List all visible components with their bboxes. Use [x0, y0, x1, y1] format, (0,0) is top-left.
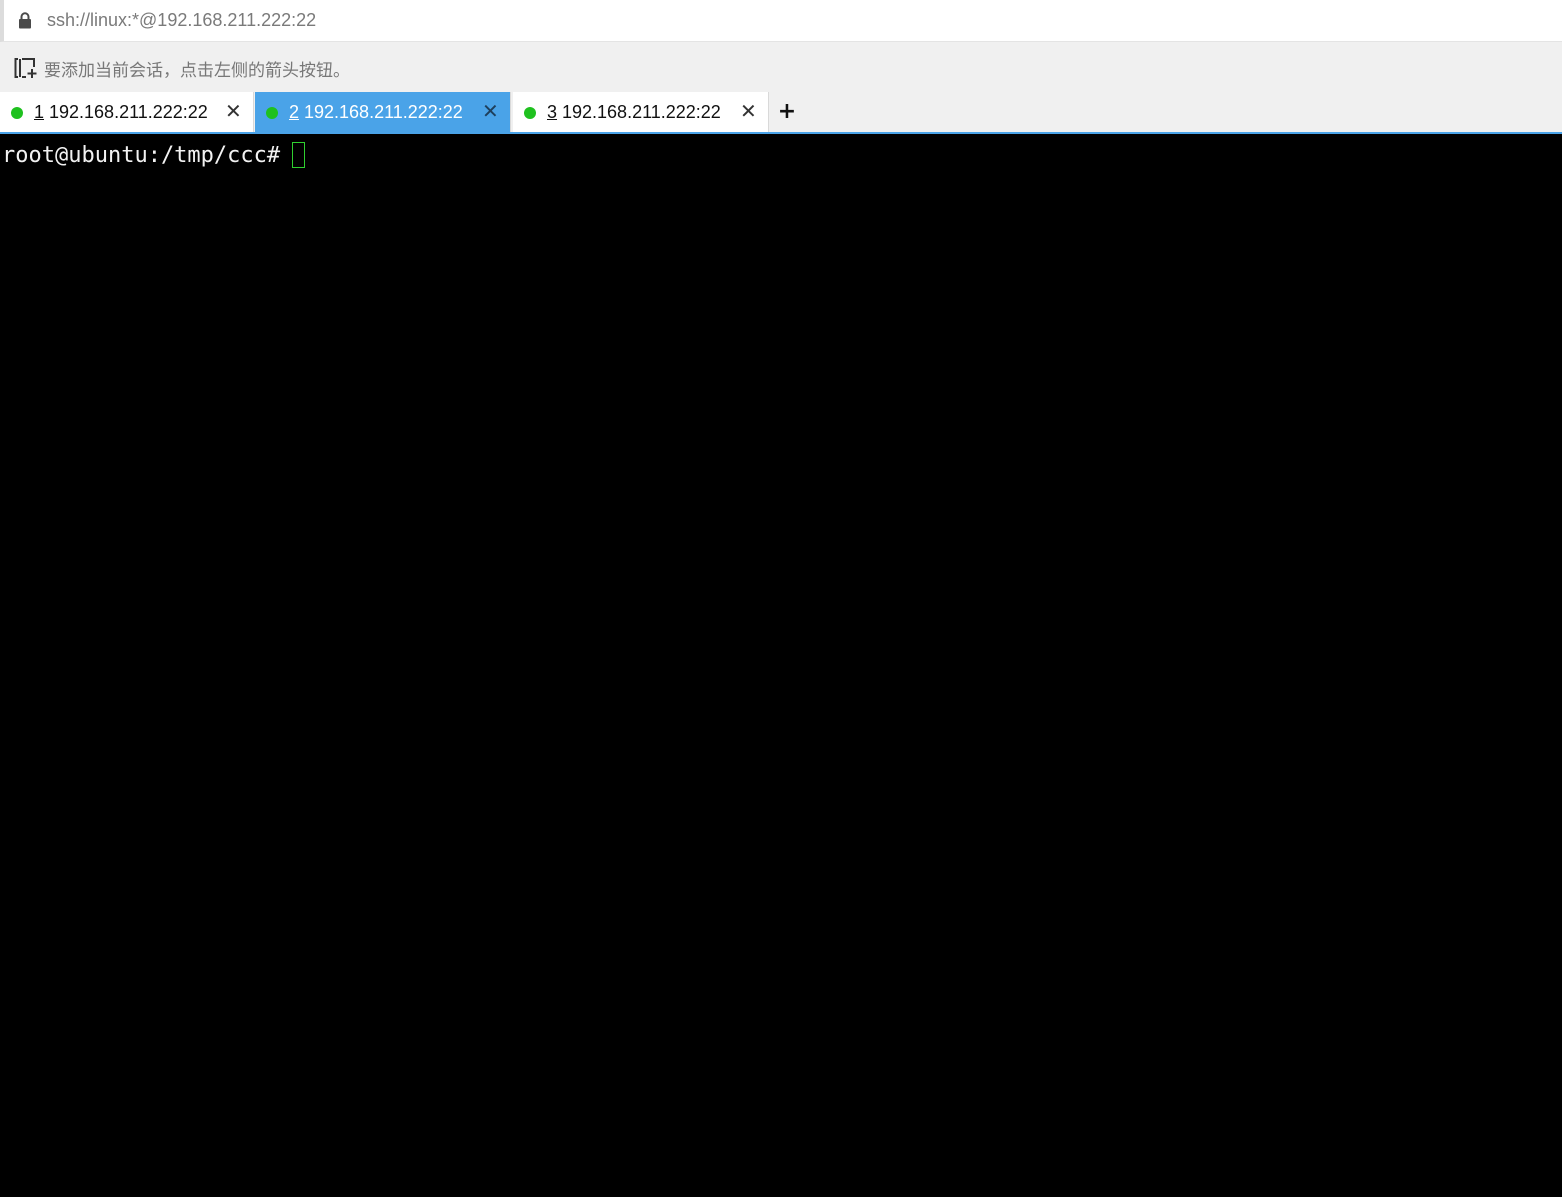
close-icon[interactable]: ✕ [225, 101, 242, 121]
session-url[interactable]: ssh://linux:*@192.168.211.222:22 [47, 10, 316, 31]
tab-session-3[interactable]: 3 192.168.211.222:22 ✕ [513, 92, 769, 132]
address-bar[interactable]: ssh://linux:*@192.168.211.222:22 [0, 0, 1562, 42]
connected-status-icon [524, 107, 536, 119]
connected-status-icon [11, 107, 23, 119]
terminal-area[interactable]: root@ubuntu:/tmp/ccc# [0, 134, 1562, 1197]
hint-text: 要添加当前会话，点击左侧的箭头按钮。 [44, 61, 350, 81]
connected-status-icon [266, 107, 278, 119]
tab-label: 192.168.211.222:22 [562, 102, 721, 122]
terminal-prompt: root@ubuntu:/tmp/ccc# [2, 143, 281, 168]
close-icon[interactable]: ✕ [482, 101, 499, 121]
tab-label: 192.168.211.222:22 [304, 102, 463, 122]
terminal-cursor [292, 142, 306, 168]
tab-number: 3 [547, 102, 558, 122]
tab-number: 1 [34, 102, 45, 122]
hint-bar: 要添加当前会话，点击左侧的箭头按钮。 [0, 42, 1562, 92]
tab-label: 192.168.211.222:22 [49, 102, 208, 122]
add-session-icon[interactable] [14, 57, 38, 79]
terminal-prompt-line: root@ubuntu:/tmp/ccc# [2, 142, 306, 168]
close-icon[interactable]: ✕ [740, 101, 757, 121]
tab-session-2[interactable]: 2 192.168.211.222:22 ✕ [255, 92, 511, 132]
tab-strip: 1 192.168.211.222:22 ✕ 2 192.168.211.222… [0, 92, 1562, 134]
tab-session-1[interactable]: 1 192.168.211.222:22 ✕ [0, 92, 254, 132]
lock-icon [19, 12, 31, 29]
tab-number: 2 [289, 102, 300, 122]
new-tab-button[interactable]: + [776, 99, 798, 125]
